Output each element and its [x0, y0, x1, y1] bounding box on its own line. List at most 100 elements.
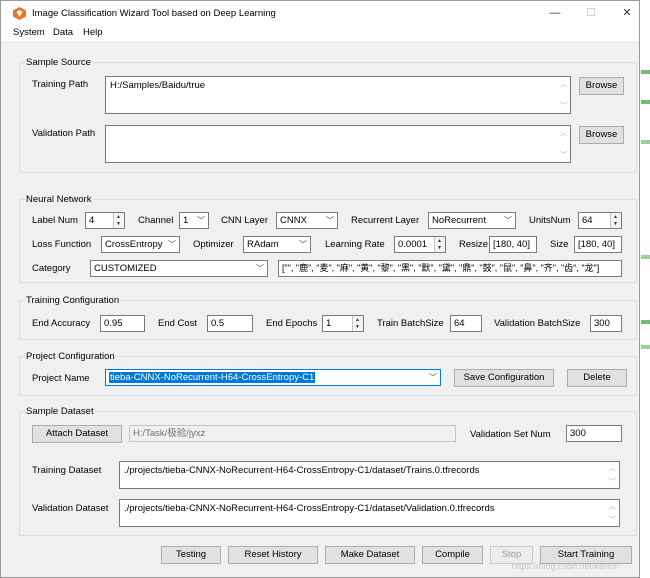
main-window: Image Classification Wizard Tool based o… — [0, 0, 640, 578]
end-epochs-spinner[interactable]: 1 ▲ ▼ — [322, 315, 364, 332]
background-window-edge — [641, 0, 650, 578]
train-batch-label: Train BatchSize — [377, 318, 444, 329]
watermark: https://blog.csdn.net/kerlon — [511, 561, 619, 571]
validation-batch-input[interactable]: 300 — [590, 315, 622, 332]
channel-value: 1 — [183, 215, 189, 226]
window-title: Image Classification Wizard Tool based o… — [32, 8, 276, 19]
loss-function-value: CrossEntropy — [105, 239, 163, 250]
size-input[interactable]: [180, 40] — [574, 236, 622, 253]
validation-path-label: Validation Path — [32, 128, 96, 139]
menu-help[interactable]: Help — [83, 27, 103, 38]
validation-dataset-value: ./projects/tieba-CNNX-NoRecurrent-H64-Cr… — [124, 503, 495, 514]
attach-path-field: H:/Task/极验/jyxz — [129, 425, 456, 442]
end-cost-label: End Cost — [158, 318, 198, 329]
end-epochs-label: End Epochs — [266, 318, 318, 329]
learning-rate-spin-arrows[interactable]: ▲ ▼ — [434, 237, 445, 252]
training-dataset-value: ./projects/tieba-CNNX-NoRecurrent-H64-Cr… — [124, 465, 480, 476]
training-path-scrollbar[interactable]: ︿ ﹀ — [558, 77, 570, 113]
validation-path-field[interactable]: ︿ ﹀ — [105, 125, 571, 163]
resize-input[interactable]: [180, 40] — [489, 236, 537, 253]
end-epochs-value: 1 — [326, 318, 332, 329]
menu-data[interactable]: Data — [53, 27, 73, 38]
recurrent-layer-value: NoRecurrent — [432, 215, 486, 226]
label-num-spinner[interactable]: 4 ▲ ▼ — [85, 212, 125, 229]
delete-button[interactable]: Delete — [567, 369, 627, 387]
app-icon — [13, 7, 26, 20]
optimizer-value: RAdam — [247, 239, 279, 250]
recurrent-layer-select[interactable]: NoRecurrent ﹀ — [428, 212, 516, 229]
chevron-down-icon: ﹀ — [429, 373, 437, 382]
validation-dataset-field[interactable]: ./projects/tieba-CNNX-NoRecurrent-H64-Cr… — [119, 499, 620, 527]
label-num-value: 4 — [89, 215, 95, 226]
end-cost-input[interactable]: 0.5 — [207, 315, 253, 332]
training-dataset-scrollbar[interactable]: ︿ ﹀ — [607, 462, 619, 488]
maximize-icon[interactable]: ☐ — [581, 5, 601, 21]
training-dataset-label: Training Dataset — [32, 465, 102, 476]
label-num-spin-arrows[interactable]: ▲ ▼ — [113, 213, 124, 228]
menu-bar: System Data Help — [1, 26, 639, 41]
training-path-value: H:/Samples/Baidu/true — [110, 80, 206, 91]
learning-rate-label: Learning Rate — [325, 239, 385, 250]
units-num-label: UnitsNum — [529, 215, 571, 226]
chevron-down-icon: ﹀ — [197, 216, 205, 225]
chevron-down-icon: ﹀ — [256, 264, 264, 273]
label-num-label: Label Num — [32, 215, 78, 226]
training-config-title: Training Configuration — [25, 295, 121, 306]
learning-rate-value: 0.0001 — [398, 239, 428, 250]
validation-dataset-label: Validation Dataset — [32, 503, 109, 514]
category-value: CUSTOMIZED — [94, 263, 157, 274]
validation-path-scrollbar[interactable]: ︿ ﹀ — [558, 126, 570, 162]
attach-dataset-button[interactable]: Attach Dataset — [32, 425, 122, 443]
project-name-value: tieba-CNNX-NoRecurrent-H64-CrossEntropy-… — [109, 372, 316, 383]
compile-button[interactable]: Compile — [422, 546, 483, 564]
optimizer-label: Optimizer — [193, 239, 234, 250]
validation-set-num-label: Validation Set Num — [470, 429, 551, 440]
end-accuracy-label: End Accuracy — [32, 318, 91, 329]
channel-select[interactable]: 1 ﹀ — [179, 212, 209, 229]
sample-dataset-title: Sample Dataset — [25, 406, 95, 417]
make-dataset-button[interactable]: Make Dataset — [325, 546, 415, 564]
units-num-value: 64 — [582, 215, 593, 226]
training-path-label: Training Path — [32, 79, 89, 90]
browse-training-button[interactable]: Browse — [579, 77, 624, 95]
end-epochs-spin-arrows[interactable]: ▲ ▼ — [352, 316, 363, 331]
chevron-down-icon: ﹀ — [168, 240, 176, 249]
loss-function-select[interactable]: CrossEntropy ﹀ — [101, 236, 180, 253]
loss-function-label: Loss Function — [32, 239, 92, 250]
project-name-label: Project Name — [32, 373, 90, 384]
minimize-icon[interactable]: — — [545, 5, 565, 21]
units-num-spin-arrows[interactable]: ▲ ▼ — [610, 213, 621, 228]
category-chars-input[interactable]: ["", "鹿", "麦", "麻", "黄", "黎", "黑", "默", … — [278, 260, 622, 277]
optimizer-select[interactable]: RAdam ﹀ — [243, 236, 311, 253]
cnn-layer-select[interactable]: CNNX ﹀ — [276, 212, 338, 229]
channel-label: Channel — [138, 215, 174, 226]
validation-set-num-input[interactable]: 300 — [566, 425, 622, 442]
training-path-field[interactable]: H:/Samples/Baidu/true ︿ ﹀ — [105, 76, 571, 114]
training-dataset-field[interactable]: ./projects/tieba-CNNX-NoRecurrent-H64-Cr… — [119, 461, 620, 489]
chevron-down-icon: ﹀ — [504, 216, 512, 225]
neural-network-title: Neural Network — [25, 194, 93, 205]
units-num-spinner[interactable]: 64 ▲ ▼ — [578, 212, 622, 229]
recurrent-layer-label: Recurrent Layer — [351, 215, 420, 226]
project-config-title: Project Configuration — [25, 351, 116, 362]
title-bar[interactable]: Image Classification Wizard Tool based o… — [1, 1, 639, 26]
size-label: Size — [550, 239, 569, 250]
end-accuracy-input[interactable]: 0.95 — [100, 315, 145, 332]
save-configuration-button[interactable]: Save Configuration — [454, 369, 554, 387]
category-select[interactable]: CUSTOMIZED ﹀ — [90, 260, 268, 277]
cnn-layer-label: CNN Layer — [221, 215, 268, 226]
sample-source-title: Sample Source — [25, 57, 92, 68]
menu-system[interactable]: System — [13, 27, 45, 38]
chevron-down-icon: ﹀ — [326, 216, 334, 225]
category-label: Category — [32, 263, 71, 274]
browse-validation-button[interactable]: Browse — [579, 126, 624, 144]
project-name-combo[interactable]: tieba-CNNX-NoRecurrent-H64-CrossEntropy-… — [105, 369, 441, 386]
validation-dataset-scrollbar[interactable]: ︿ ﹀ — [607, 500, 619, 526]
chevron-down-icon: ﹀ — [299, 240, 307, 249]
testing-button[interactable]: Testing — [161, 546, 221, 564]
resize-label: Resize — [459, 239, 489, 250]
train-batch-input[interactable]: 64 — [450, 315, 482, 332]
reset-history-button[interactable]: Reset History — [228, 546, 318, 564]
close-icon[interactable]: ✕ — [617, 5, 637, 21]
learning-rate-spinner[interactable]: 0.0001 ▲ ▼ — [394, 236, 446, 253]
